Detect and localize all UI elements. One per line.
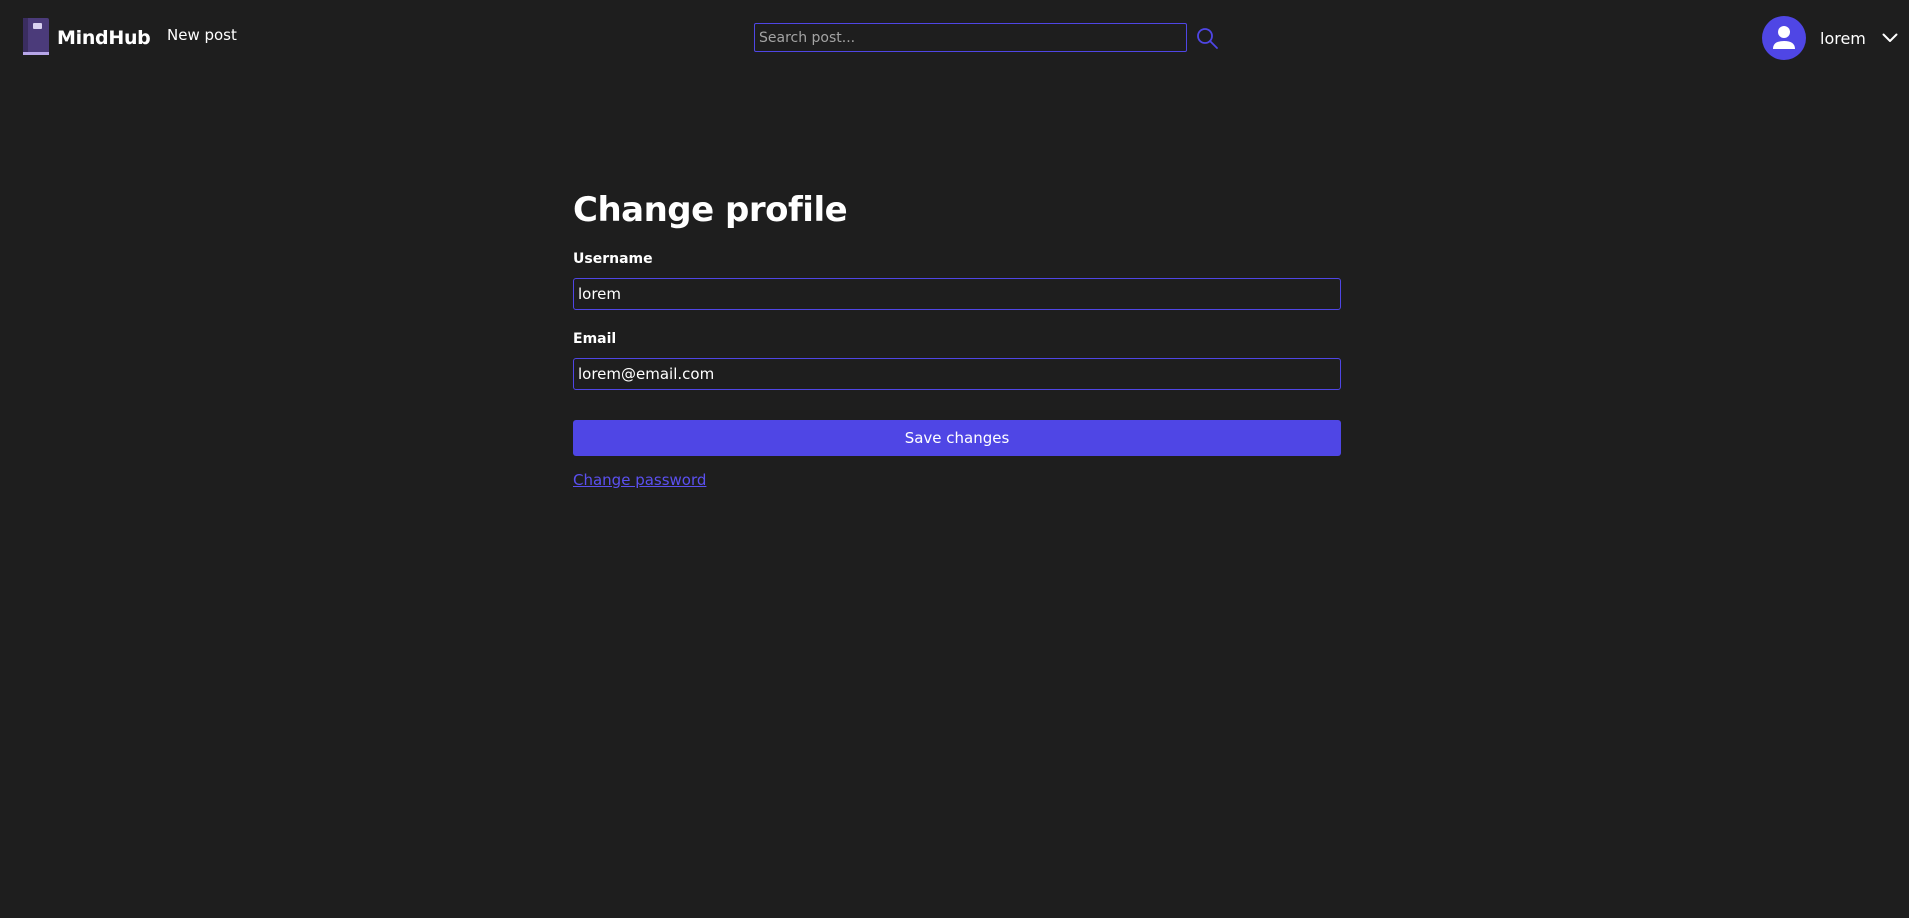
user-icon <box>1773 26 1795 49</box>
username-label: Username <box>573 251 653 267</box>
search-icon <box>1197 27 1218 49</box>
chevron-down-icon[interactable] <box>1881 29 1899 47</box>
avatar[interactable] <box>1762 16 1806 60</box>
book-icon <box>23 18 49 55</box>
search-input[interactable] <box>754 23 1187 52</box>
brand-link[interactable]: MindHub <box>21 18 151 57</box>
search-bar <box>754 23 1220 52</box>
email-field[interactable] <box>573 358 1341 390</box>
navbar: MindHub New post lorem <box>0 0 1909 75</box>
new-post-link[interactable]: New post <box>167 26 237 44</box>
username-field[interactable] <box>573 278 1341 310</box>
username-label: lorem <box>1820 28 1866 48</box>
profile-form: Change profile Username Email Save chang… <box>573 188 1341 489</box>
brand-name: MindHub <box>57 26 151 49</box>
search-button[interactable] <box>1194 25 1220 51</box>
email-label: Email <box>573 331 617 347</box>
save-button[interactable]: Save changes <box>573 420 1341 456</box>
change-password-link[interactable]: Change password <box>573 471 706 489</box>
page-title: Change profile <box>573 190 848 230</box>
user-menu[interactable]: lorem <box>1762 16 1899 60</box>
